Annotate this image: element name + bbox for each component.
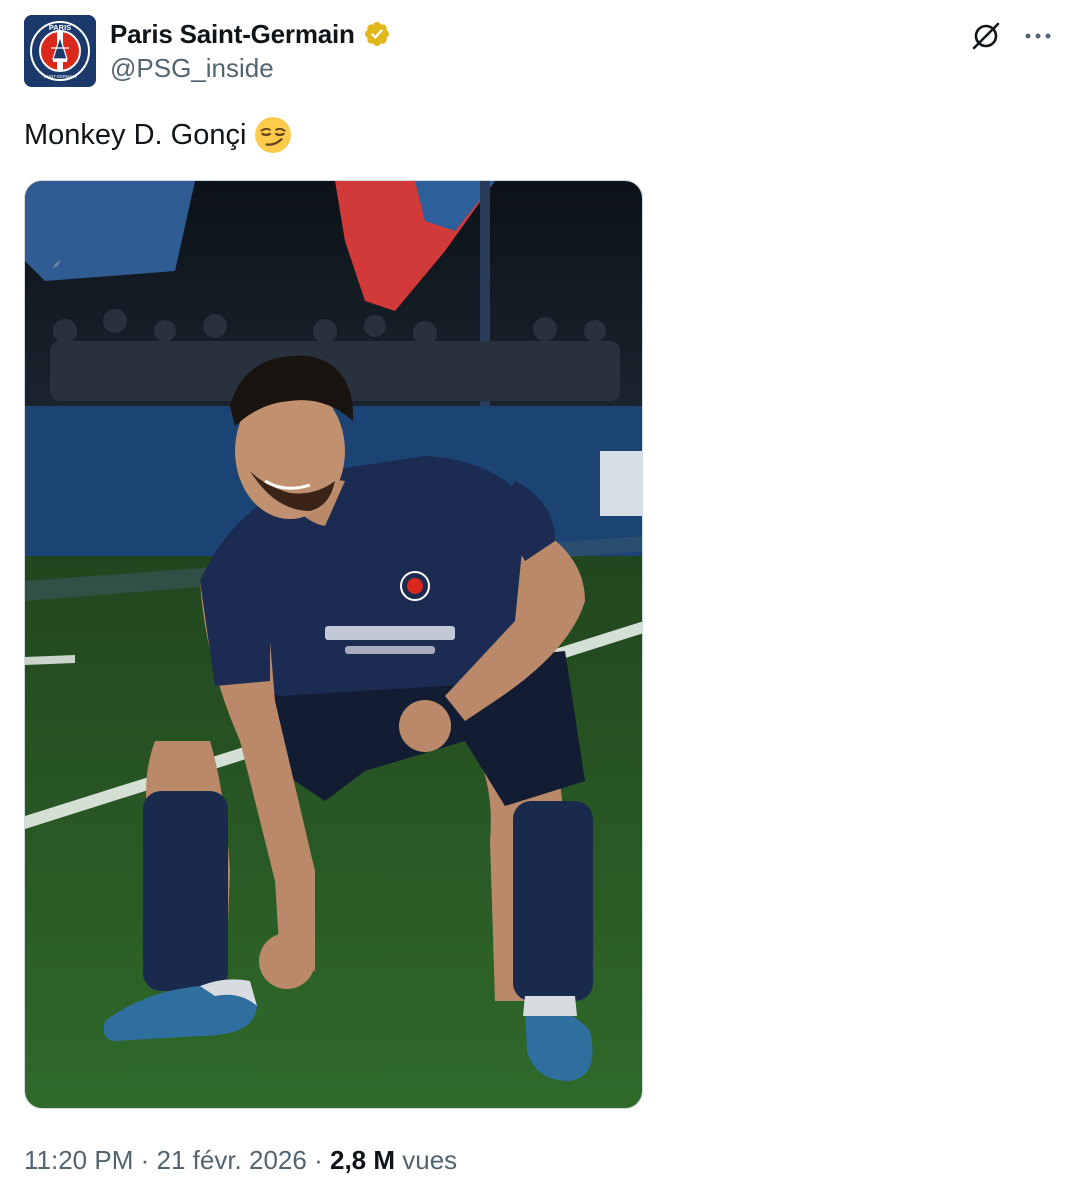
views-label: vues: [402, 1145, 458, 1175]
avatar[interactable]: PARIS SAINT-GERMAIN: [24, 15, 96, 87]
tweet-meta: 11:20 PM · 21 févr. 2026 · 2,8 M vues: [24, 1142, 457, 1178]
meta-separator: ·: [314, 1145, 323, 1175]
author-name: Paris Saint-Germain: [110, 18, 355, 49]
tweet-time[interactable]: 11:20 PM: [24, 1145, 133, 1175]
tweet-text: Monkey D. Gonçi: [24, 115, 292, 155]
views-count: 2,8 M: [329, 1145, 396, 1175]
grok-icon: [972, 22, 1000, 50]
author-handle[interactable]: @PSG_inside: [110, 53, 274, 84]
tweet-date[interactable]: 21 févr. 2026: [157, 1145, 307, 1175]
more-options-button[interactable]: [1018, 16, 1058, 56]
grok-button[interactable]: [966, 16, 1006, 56]
avatar-text-bottom: SAINT-GERMAIN: [43, 74, 76, 79]
meta-separator: ·: [140, 1145, 150, 1175]
author-name-link[interactable]: Paris Saint-Germain: [110, 15, 391, 53]
tweet-text-content: Monkey D. Gonçi: [24, 119, 247, 151]
avatar-text-top: PARIS: [49, 23, 71, 32]
smirking-face-icon: [255, 117, 292, 153]
more-icon: [1025, 33, 1051, 39]
tweet-photo[interactable]: [24, 180, 643, 1109]
tweet-photo-image: [25, 181, 642, 1108]
psg-crest-icon: PARIS SAINT-GERMAIN: [24, 15, 96, 87]
verified-badge-icon[interactable]: [363, 20, 391, 48]
